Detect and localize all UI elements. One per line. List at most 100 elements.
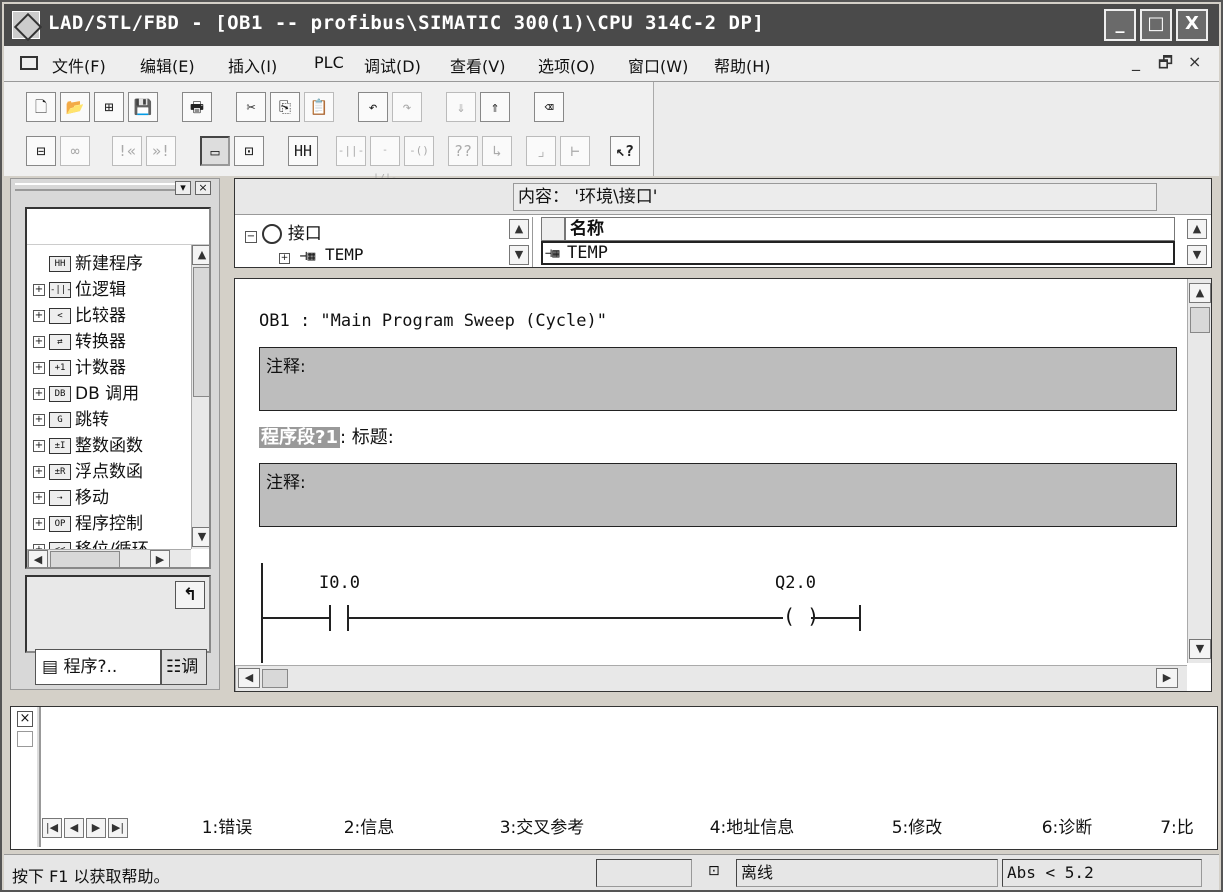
scroll-right-icon[interactable]: ▶ — [150, 550, 170, 567]
code-editor[interactable]: OB1 : "Main Program Sweep (Cycle)" 注释: 程… — [234, 278, 1212, 692]
expand-icon[interactable]: + — [33, 440, 45, 452]
expand-icon[interactable]: + — [33, 414, 45, 426]
details-grip[interactable] — [37, 707, 41, 847]
table-row[interactable]: ⊣▦ TEMP — [541, 241, 1175, 265]
menu-options[interactable]: 选项(O) — [538, 53, 595, 77]
details-close-icon[interactable]: × — [17, 711, 33, 727]
monitor-icon[interactable]: ∞ — [60, 136, 90, 166]
menu-view[interactable]: 查看(V) — [450, 53, 505, 77]
menu-edit[interactable]: 编辑(E) — [140, 53, 195, 77]
open-icon[interactable]: 📂 — [60, 92, 90, 122]
new-network-icon[interactable]: HH — [288, 136, 318, 166]
collapse-icon[interactable]: − — [245, 231, 257, 243]
tab-modify[interactable]: 5:修改 — [852, 814, 982, 844]
save-icon[interactable]: 💾 — [128, 92, 158, 122]
panel-dropdown-icon[interactable]: ▾ — [175, 181, 191, 195]
expand-icon[interactable]: + — [33, 310, 45, 322]
tree-node-interface[interactable]: − 接口 — [245, 219, 322, 244]
list-item[interactable]: + G 跳转 — [33, 405, 109, 431]
iface-scroll-down-icon[interactable]: ▼ — [509, 245, 529, 265]
tab-address-info[interactable]: 4:地址信息 — [652, 814, 852, 844]
list-item[interactable]: + ⇢ 移动 — [33, 483, 109, 509]
menu-help[interactable]: 帮助(H) — [714, 53, 771, 77]
code-scroll-down-icon[interactable]: ▼ — [1189, 639, 1211, 659]
code-scroll-left-icon[interactable]: ◀ — [238, 668, 260, 688]
minimize-button[interactable]: _ — [1104, 9, 1136, 41]
menu-file[interactable]: 文件(F) — [52, 53, 106, 77]
menu-insert[interactable]: 插入(I) — [228, 53, 277, 77]
code-scroll-thumb[interactable] — [1190, 307, 1210, 333]
redo-icon[interactable]: ↷ — [392, 92, 422, 122]
tab-program-elements[interactable]: ▤ 程序?.. — [35, 649, 161, 685]
coil-symbol[interactable]: ( ) — [783, 605, 819, 627]
tab-diagnose[interactable]: 6:诊断 — [992, 814, 1142, 844]
expand-icon[interactable]: + — [33, 362, 45, 374]
list-item[interactable]: + ⇄ 转换器 — [33, 327, 126, 353]
expand-icon[interactable]: + — [33, 284, 45, 296]
panel-close-icon[interactable]: × — [195, 181, 211, 195]
no-contact-icon[interactable]: -||- — [336, 136, 366, 166]
code-hscrollbar[interactable]: ◀ ▶ — [235, 665, 1187, 691]
code-scroll-up-icon[interactable]: ▲ — [1189, 283, 1211, 303]
list-item[interactable]: + ±I 整数函数 — [33, 431, 143, 457]
tab-last-icon[interactable]: ▶| — [108, 818, 128, 838]
list-item[interactable]: + +1 计数器 — [33, 353, 126, 379]
paste-icon[interactable]: 📋 — [304, 92, 334, 122]
list-item[interactable]: HH 新建程序 — [33, 249, 143, 275]
title-bar[interactable]: LAD/STL/FBD - [OB1 -- profibus\SIMATIC 3… — [4, 4, 1219, 46]
tab-next-icon[interactable]: ▶ — [86, 818, 106, 838]
tab-info[interactable]: 2:信息 — [304, 814, 434, 844]
contact-left-bar[interactable] — [329, 605, 331, 631]
table-scroll-down-icon[interactable]: ▼ — [1187, 245, 1207, 265]
branch-open-icon[interactable]: ↳ — [482, 136, 512, 166]
branch-close-icon[interactable]: ⌟ — [526, 136, 556, 166]
column-name-header[interactable]: 名称 — [565, 217, 1175, 241]
list-item[interactable]: + OP 程序控制 — [33, 509, 143, 535]
scroll-left-icon[interactable]: ◀ — [28, 550, 48, 567]
code-vscrollbar[interactable]: ▲ ▼ — [1187, 279, 1211, 663]
scroll-up-icon[interactable]: ▲ — [192, 245, 209, 265]
box-icon[interactable]: ?? — [448, 136, 478, 166]
tab-compare[interactable]: 7:比 — [1142, 814, 1212, 844]
code-hscroll-thumb[interactable] — [262, 669, 288, 688]
hscroll-thumb[interactable] — [50, 551, 120, 567]
tab-prev-icon[interactable]: ◀ — [64, 818, 84, 838]
block-comment-field[interactable]: 注释: — [259, 347, 1177, 411]
menu-plc[interactable]: PLC — [314, 53, 344, 72]
tab-first-icon[interactable]: |◀ — [42, 818, 62, 838]
expand-icon[interactable]: + — [33, 336, 45, 348]
maximize-button[interactable]: □ — [1140, 9, 1172, 41]
print-icon[interactable]: 🖶 — [182, 92, 212, 122]
nc-contact-icon[interactable]: -|/|- — [370, 136, 400, 184]
pin-icon[interactable]: ↰ — [175, 581, 205, 609]
expand-icon[interactable] — [33, 258, 45, 270]
code-scroll-right-icon[interactable]: ▶ — [1156, 668, 1178, 688]
tree-node-temp[interactable]: + ⊣▦ TEMP — [279, 245, 363, 264]
mdi-minimize-button[interactable]: _ — [1132, 52, 1140, 71]
network-title-row[interactable]: 程序段?1: 标题: — [259, 423, 394, 449]
mdi-close-button[interactable]: × — [1188, 52, 1201, 71]
document-icon[interactable] — [20, 56, 38, 70]
tab-errors[interactable]: 1:错误 — [162, 814, 292, 844]
menu-window[interactable]: 窗口(W) — [628, 53, 688, 77]
expand-icon[interactable]: + — [33, 518, 45, 530]
list-item[interactable]: + -||- 位逻辑 — [33, 275, 126, 301]
coil-operand[interactable]: Q2.0 — [775, 573, 816, 593]
copy-icon[interactable]: ⎘ — [270, 92, 300, 122]
expand-icon[interactable]: + — [33, 492, 45, 504]
tab-cross-ref[interactable]: 3:交叉参考 — [442, 814, 642, 844]
expand-icon[interactable]: + — [279, 253, 290, 264]
help-pointer-icon[interactable]: ↖? — [610, 136, 640, 166]
mdi-restore-button[interactable]: 🗗 — [1158, 52, 1173, 79]
cut-icon[interactable]: ✂ — [236, 92, 266, 122]
coil-icon[interactable]: -() — [404, 136, 434, 166]
upload-icon[interactable]: ⇑ — [480, 92, 510, 122]
prev-network-icon[interactable]: !« — [112, 136, 142, 166]
tree-hscrollbar[interactable]: ◀ ▶ — [27, 549, 191, 567]
zoom-icon[interactable]: ⊡ — [234, 136, 264, 166]
tree-vscrollbar[interactable]: ▲ ▼ — [191, 245, 209, 549]
expand-icon[interactable]: + — [33, 388, 45, 400]
tab-call-structure[interactable]: ☷调 — [161, 649, 207, 685]
network-comment-field[interactable]: 注释: — [259, 463, 1177, 527]
connection-icon[interactable]: ⊢ — [560, 136, 590, 166]
